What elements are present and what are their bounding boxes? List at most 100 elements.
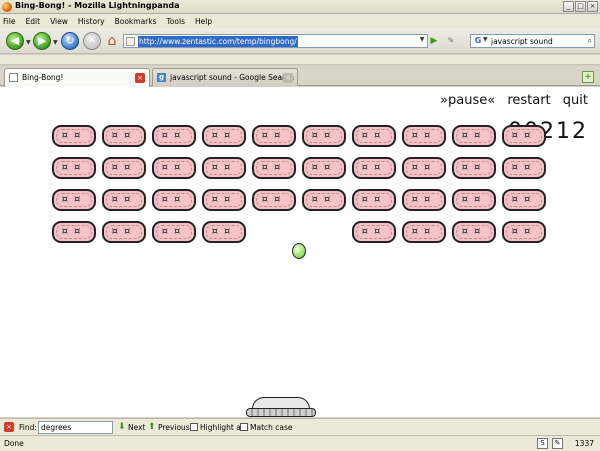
brick: ¤¤ [202,189,246,211]
menu-view[interactable]: View [50,17,68,26]
brick-face-icon: ¤¤ [311,162,337,173]
menu-edit[interactable]: Edit [26,17,41,26]
extension-status-icon[interactable]: ✎ [552,438,563,449]
brick: ¤¤ [302,125,346,147]
brick: ¤¤ [402,189,446,211]
close-tab-icon[interactable]: × [283,73,293,83]
tab-bing-bong[interactable]: Bing-Bong! × [4,68,150,87]
addon-icon[interactable]: ✎ [446,36,456,46]
search-engine-chevron-icon[interactable]: ▼ [483,36,488,43]
brick-face-icon: ¤¤ [411,162,437,173]
brick-face-icon: ¤¤ [311,130,337,141]
menu-help[interactable]: Help [195,17,212,26]
brick: ¤¤ [102,125,146,147]
game-menu: »pause« restart quit [432,93,588,108]
menu-file[interactable]: File [3,17,16,26]
brick-face-icon: ¤¤ [111,194,137,205]
brick-face-icon: ¤¤ [361,130,387,141]
go-arrow-icon[interactable]: ▶ [428,34,440,48]
brick-face-icon: ¤¤ [461,226,487,237]
status-count: 1337 [574,439,594,448]
browser-logo-icon [2,2,12,12]
brick: ¤¤ [502,221,546,243]
stop-icon[interactable]: ✕ [83,32,101,50]
tab-bar: Bing-Bong! × g javascript sound - Google… [0,66,600,87]
minimize-button[interactable]: _ [563,1,574,12]
title-bar: Bing-Bong! - Mozilla Lightningpanda _ □ … [0,0,600,14]
back-arrow-icon[interactable]: ◀ [6,32,24,50]
home-icon[interactable]: ⌂ [103,32,121,50]
brick: ¤¤ [252,125,296,147]
restart-button[interactable]: restart [507,93,550,108]
brick-face-icon: ¤¤ [261,162,287,173]
find-previous-arrow-icon[interactable]: ⬆ [148,422,156,432]
search-input[interactable] [491,35,583,47]
close-findbar-icon[interactable]: × [4,422,14,432]
brick-face-icon: ¤¤ [511,130,537,141]
google-favicon-icon: g [157,73,166,82]
brick-face-icon: ¤¤ [511,194,537,205]
tab-google-search[interactable]: g javascript sound - Google Search × [152,68,298,86]
paddle-base [246,408,316,417]
highlight-all-checkbox[interactable] [190,423,198,431]
brick-face-icon: ¤¤ [511,162,537,173]
brick: ¤¤ [302,157,346,179]
search-icon[interactable]: ⌕ [588,36,592,46]
brick-face-icon: ¤¤ [411,130,437,141]
address-bar[interactable]: http://www.zentastic.com/temp/bingbong/ … [123,34,428,48]
match-case-label[interactable]: Match case [250,423,293,432]
brick: ¤¤ [502,157,546,179]
brick: ¤¤ [402,221,446,243]
game-viewport[interactable]: »pause« restart quit 00212 ¤¤ ¤¤ ¤¤ ¤¤ ¤¤ ¤¤ ¤… [0,87,600,417]
menu-history[interactable]: History [78,17,105,26]
brick-face-icon: ¤¤ [361,162,387,173]
search-box[interactable]: G ▼ ⌕ [470,34,595,48]
tab-label: Bing-Bong! [22,73,64,82]
url-dropdown-icon[interactable]: ▼ [418,36,426,46]
highlight-all-label[interactable]: Highlight all [200,423,245,432]
back-history-chevron-icon[interactable]: ▼ [26,39,31,46]
brick: ¤¤ [202,157,246,179]
brick: ¤¤ [102,189,146,211]
menu-bookmarks[interactable]: Bookmarks [115,17,157,26]
brick-face-icon: ¤¤ [61,130,87,141]
tab-label: javascript sound - Google Search [170,73,294,82]
brick: ¤¤ [402,125,446,147]
reload-icon[interactable]: ↻ [61,32,79,50]
match-case-checkbox[interactable] [240,423,248,431]
brick: ¤¤ [252,157,296,179]
google-search-engine-icon[interactable]: G [473,36,483,46]
brick-face-icon: ¤¤ [511,226,537,237]
brick-face-icon: ¤¤ [211,194,237,205]
brick: ¤¤ [502,125,546,147]
brick: ¤¤ [52,157,96,179]
browser-window: Bing-Bong! - Mozilla Lightningpanda _ □ … [0,0,600,451]
new-tab-icon[interactable]: + [582,71,594,83]
brick-face-icon: ¤¤ [261,130,287,141]
maximize-button[interactable]: □ [575,1,586,12]
url-text[interactable]: http://www.zentastic.com/temp/bingbong/ [138,36,298,47]
quit-button[interactable]: quit [563,93,588,108]
forward-history-chevron-icon[interactable]: ▼ [53,39,58,46]
close-window-button[interactable]: × [587,1,598,12]
find-input[interactable] [38,421,113,434]
brick-face-icon: ¤¤ [211,162,237,173]
find-next-button[interactable]: Next [128,423,145,432]
status-text: Done [4,439,24,448]
game-ball [292,243,306,259]
close-tab-icon[interactable]: × [135,73,145,83]
player-paddle[interactable] [246,397,316,417]
forward-arrow-icon[interactable]: ▶ [33,32,51,50]
brick-face-icon: ¤¤ [61,162,87,173]
security-icon[interactable]: S [537,438,548,449]
brick: ¤¤ [52,221,96,243]
brick-face-icon: ¤¤ [211,130,237,141]
find-next-arrow-icon[interactable]: ⬇ [118,422,126,432]
brick: ¤¤ [352,157,396,179]
menu-tools[interactable]: Tools [167,17,185,26]
window-title: Bing-Bong! - Mozilla Lightningpanda [15,1,180,10]
find-previous-button[interactable]: Previous [158,423,190,432]
navigation-toolbar: ◀ ▼ ▶ ▼ ↻ ✕ ⌂ http://www.zentastic.com/t… [0,28,600,54]
pause-button[interactable]: »pause« [440,93,495,108]
brick-face-icon: ¤¤ [111,162,137,173]
